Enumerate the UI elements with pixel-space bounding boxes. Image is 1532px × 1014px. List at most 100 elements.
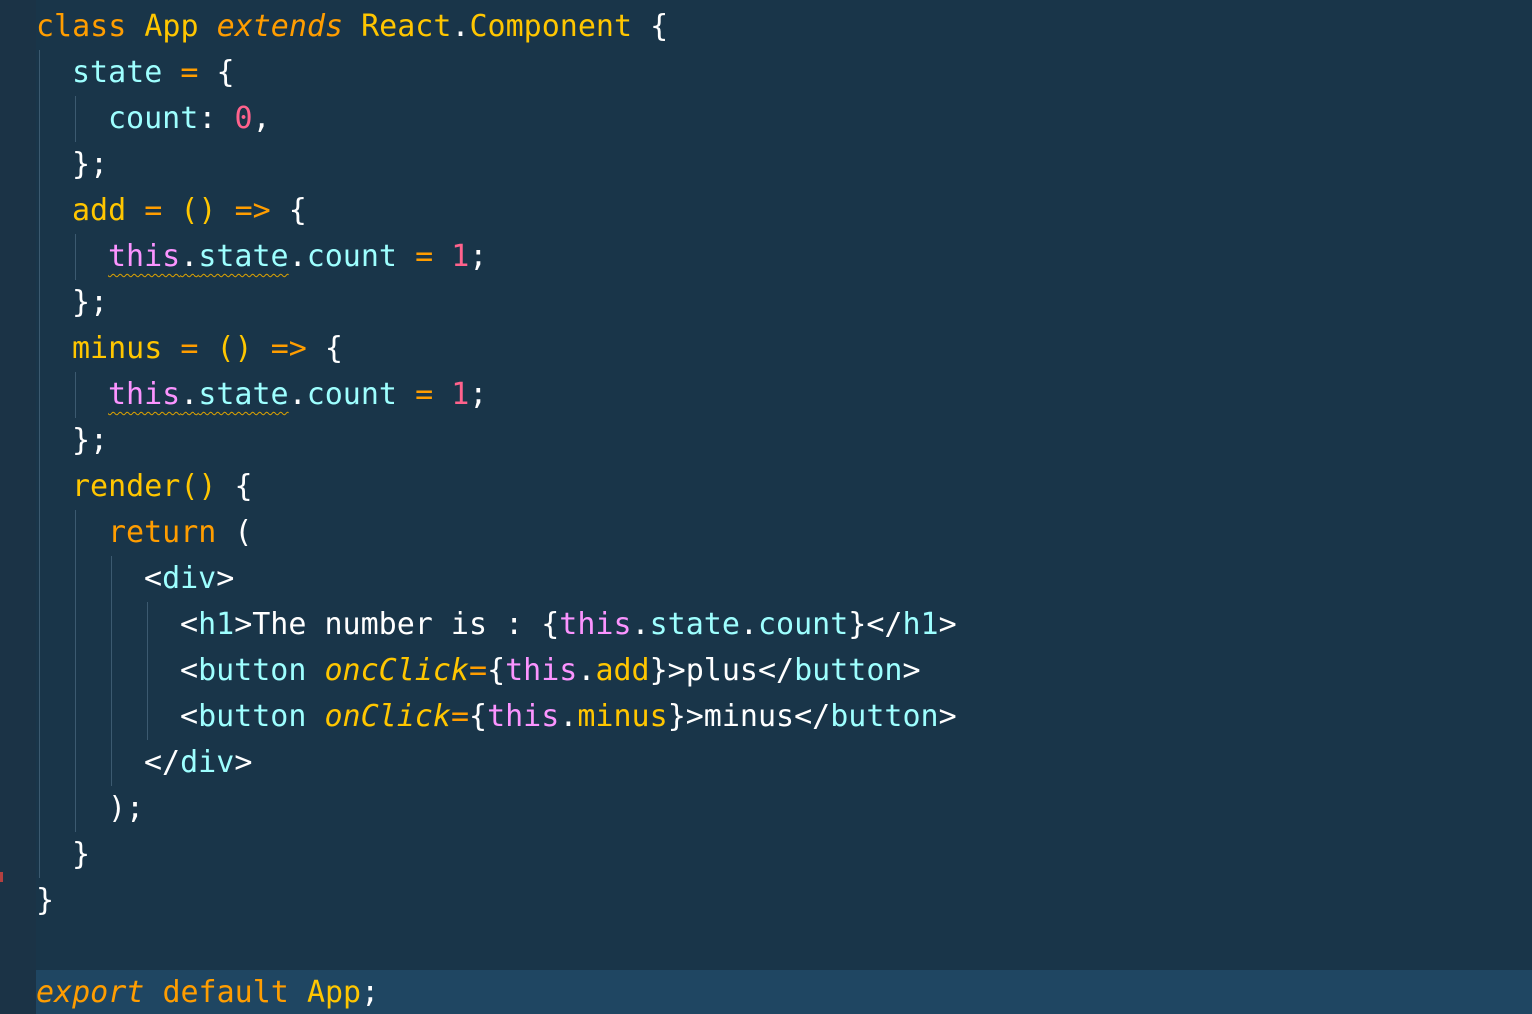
- code-token: =: [450, 699, 469, 734]
- code-line[interactable]: render() {: [36, 464, 1532, 510]
- code-token: {: [632, 9, 669, 44]
- code-token: =: [180, 331, 199, 366]
- code-line[interactable]: [36, 924, 1532, 970]
- code-token: this: [559, 607, 632, 642]
- indent-guide: [111, 740, 112, 786]
- code-line[interactable]: count: 0,: [36, 96, 1532, 142]
- code-line-content: <div>: [144, 556, 234, 602]
- code-line[interactable]: }: [36, 832, 1532, 878]
- code-line[interactable]: this.state.count = 1;: [36, 234, 1532, 280]
- code-line[interactable]: <div>: [36, 556, 1532, 602]
- code-line[interactable]: state = {: [36, 50, 1532, 96]
- code-token: <: [180, 607, 199, 642]
- code-token: {: [487, 653, 506, 688]
- code-token: 1: [451, 377, 470, 412]
- code-token: default: [162, 975, 289, 1010]
- code-token-warning: state: [198, 239, 289, 274]
- indent-guide: [39, 832, 40, 878]
- indent-guide: [39, 740, 40, 786]
- code-token: =>: [270, 331, 307, 366]
- code-line[interactable]: };: [36, 418, 1532, 464]
- indent-guide: [75, 556, 76, 602]
- code-line[interactable]: this.state.count = 1;: [36, 372, 1532, 418]
- code-token: =: [415, 239, 434, 274]
- code-token: ;: [361, 975, 380, 1010]
- indent-guide: [39, 464, 40, 510]
- code-token: =: [415, 377, 434, 412]
- code-line[interactable]: return (: [36, 510, 1532, 556]
- code-token: App: [144, 9, 199, 44]
- code-token: .: [631, 607, 650, 642]
- code-token: class: [36, 9, 127, 44]
- code-token-warning: this: [108, 239, 181, 274]
- code-line-content: add = () => {: [72, 188, 307, 234]
- code-line-content: this.state.count = 1;: [108, 234, 487, 280]
- code-token: };: [72, 147, 109, 182]
- code-line[interactable]: <button onClick={this.minus}>minus</butt…: [36, 694, 1532, 740]
- code-line[interactable]: <button oncClick={this.add}>plus</button…: [36, 648, 1532, 694]
- code-token: button: [198, 699, 307, 734]
- code-token: 0: [234, 101, 253, 136]
- code-line[interactable]: };: [36, 280, 1532, 326]
- code-line[interactable]: </div>: [36, 740, 1532, 786]
- code-token: =>: [234, 193, 271, 228]
- indent-guide: [39, 280, 40, 326]
- code-line-content: export default App;: [36, 970, 379, 1014]
- code-token: .: [451, 9, 470, 44]
- indent-guide: [39, 786, 40, 832]
- code-line[interactable]: );: [36, 786, 1532, 832]
- code-area[interactable]: class App extends React.Component {state…: [36, 4, 1532, 1014]
- code-token: >: [938, 607, 957, 642]
- code-token: (): [180, 469, 217, 504]
- code-token: .: [288, 377, 307, 412]
- code-line-content: render() {: [72, 464, 253, 510]
- code-token: button: [830, 699, 939, 734]
- code-line-content: this.state.count = 1;: [108, 372, 487, 418]
- indent-guide: [39, 510, 40, 556]
- code-token: =: [180, 55, 199, 90]
- code-line[interactable]: <h1>The number is : {this.state.count}</…: [36, 602, 1532, 648]
- code-token: ;: [469, 239, 488, 274]
- editor-gutter[interactable]: [0, 0, 36, 1014]
- code-token: minus: [72, 331, 163, 366]
- code-token: </: [144, 745, 181, 780]
- code-token: Component: [469, 9, 633, 44]
- code-line[interactable]: class App extends React.Component {: [36, 4, 1532, 50]
- code-token: {: [198, 55, 235, 90]
- code-token: count: [306, 377, 397, 412]
- code-token-warning: state: [198, 377, 289, 412]
- code-token: {: [306, 331, 343, 366]
- code-token: >: [234, 745, 253, 780]
- code-token: };: [72, 423, 109, 458]
- code-line[interactable]: add = () => {: [36, 188, 1532, 234]
- code-token: count: [757, 607, 849, 642]
- code-line[interactable]: minus = () => {: [36, 326, 1532, 372]
- code-line[interactable]: };: [36, 142, 1532, 188]
- code-editor[interactable]: class App extends React.Component {state…: [0, 0, 1532, 1014]
- code-line[interactable]: export default App;: [36, 970, 1532, 1014]
- indent-guide: [75, 96, 76, 142]
- indent-guide: [39, 694, 40, 740]
- code-token: state: [649, 607, 740, 642]
- code-token: ,: [252, 101, 271, 136]
- code-token: >The number is : {: [234, 607, 560, 642]
- indent-guide: [111, 602, 112, 648]
- code-line-content: count: 0,: [108, 96, 271, 142]
- indent-guide: [39, 50, 40, 96]
- code-token: .: [559, 699, 578, 734]
- code-token: 1: [451, 239, 470, 274]
- indent-guide: [75, 786, 76, 832]
- code-line[interactable]: }: [36, 878, 1532, 924]
- code-token: onClick: [324, 699, 451, 734]
